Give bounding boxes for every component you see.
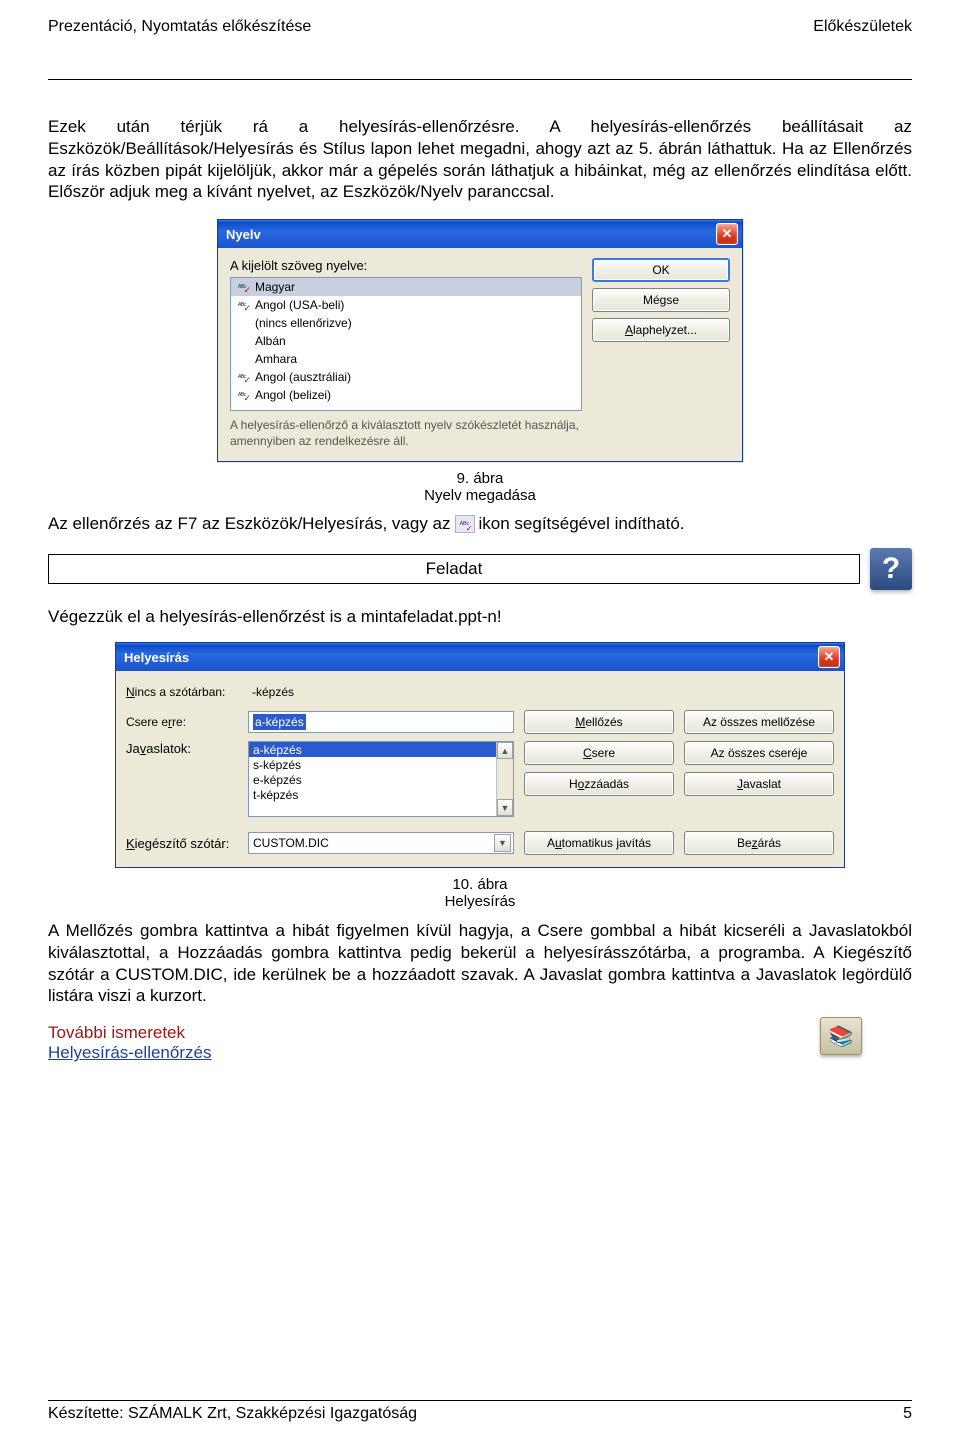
header-right: Előkészületek — [813, 18, 912, 36]
list-item[interactable]: s-képzés — [249, 757, 496, 772]
close-icon: ✕ — [722, 226, 733, 242]
customdict-combo[interactable]: CUSTOM.DIC ▼ — [248, 832, 514, 854]
ignore-button[interactable]: Mellőzés — [524, 710, 674, 734]
label-notindict: Nincs a szótárban: — [126, 685, 238, 699]
ignoreall-button[interactable]: Az összes mellőzése — [684, 710, 834, 734]
spellcheck-icon — [234, 370, 250, 384]
footer-left: Készítette: SZÁMALK Zrt, Szakképzési Iga… — [48, 1405, 417, 1423]
question-icon: ? — [870, 548, 912, 590]
language-listbox[interactable]: Magyar Angol (USA-beli) (nincs ellenőriz… — [230, 277, 582, 411]
list-item[interactable]: Angol (USA-beli) — [231, 296, 581, 314]
list-item[interactable]: Albán — [231, 332, 581, 350]
references: További ismeretek Helyesírás-ellenőrzés — [48, 1023, 211, 1063]
item-text: (nincs ellenőrizve) — [255, 316, 352, 330]
chevron-down-icon[interactable]: ▼ — [494, 834, 511, 852]
add-button[interactable]: Hozzáadás — [524, 772, 674, 796]
list-item[interactable]: (nincs ellenőrizve) — [231, 314, 581, 332]
close-button[interactable]: ✕ — [716, 223, 738, 245]
change-button[interactable]: Csere — [524, 741, 674, 765]
item-text: Angol (belizei) — [255, 388, 331, 402]
suggestions-listbox[interactable]: a-képzés s-képzés e-képzés t-képzés ▲ ▼ — [248, 741, 514, 817]
close-button[interactable]: Bezárás — [684, 831, 834, 855]
changeto-input[interactable]: a-képzés — [248, 711, 514, 733]
scroll-down-icon[interactable]: ▼ — [497, 799, 513, 816]
suggest-button[interactable]: Javaslat — [684, 772, 834, 796]
scrollbar[interactable]: ▲ ▼ — [496, 742, 513, 816]
autocorrect-button[interactable]: Automatikus javítás — [524, 831, 674, 855]
spellcheck-link[interactable]: Helyesírás-ellenőrzés — [48, 1043, 211, 1063]
list-item[interactable]: a-képzés — [249, 742, 496, 757]
dialog-language: Nyelv ✕ A kijelölt szöveg nyelve: Magyar… — [217, 219, 743, 462]
hint-text: A helyesírás-ellenőrző a kiválasztott ny… — [230, 417, 582, 449]
feladat-label: Feladat — [426, 559, 483, 579]
dialog-title: Helyesírás — [124, 650, 189, 665]
figure-caption-9: 9. ábra Nyelv megadása — [48, 470, 912, 504]
close-button[interactable]: ✕ — [818, 646, 840, 668]
cancel-button[interactable]: Mégse — [592, 288, 730, 312]
dialog-title: Nyelv — [226, 227, 261, 242]
notindict-value: -képzés — [248, 681, 514, 703]
list-item[interactable]: e-képzés — [249, 772, 496, 787]
ok-button[interactable]: OK — [592, 258, 730, 282]
default-button[interactable]: Alaphelyzet... — [592, 318, 730, 342]
spellcheck-icon — [234, 280, 250, 294]
spellcheck-icon — [234, 298, 250, 312]
dialog-spelling: Helyesírás ✕ Nincs a szótárban: -képzés … — [115, 642, 845, 868]
list-item[interactable]: Angol (ausztráliai) — [231, 368, 581, 386]
titlebar[interactable]: Helyesírás ✕ — [116, 643, 844, 671]
language-label: A kijelölt szöveg nyelve: — [230, 258, 582, 273]
spellcheck-toolbar-icon — [455, 515, 475, 533]
changeall-button[interactable]: Az összes cseréje — [684, 741, 834, 765]
paragraph-1: Ezek után térjük rá a helyesírás-ellenőr… — [48, 116, 912, 203]
list-item[interactable]: Angol (belizei) — [231, 386, 581, 404]
header-left: Prezentáció, Nyomtatás előkészítése — [48, 18, 311, 36]
close-icon: ✕ — [824, 649, 835, 665]
item-text: Amhara — [255, 352, 297, 366]
figure-caption-10: 10. ábra Helyesírás — [48, 876, 912, 910]
list-item[interactable]: t-képzés — [249, 787, 496, 802]
page-number: 5 — [903, 1405, 912, 1423]
books-icon: 📚 — [820, 1017, 862, 1055]
item-text: Angol (ausztráliai) — [255, 370, 351, 384]
page-header: Prezentáció, Nyomtatás előkészítése Elők… — [48, 18, 912, 36]
label-changeto: Csere erre: — [126, 715, 238, 729]
more-info-label: További ismeretek — [48, 1023, 211, 1043]
page-footer: Készítette: SZÁMALK Zrt, Szakképzési Iga… — [48, 1400, 912, 1423]
scroll-up-icon[interactable]: ▲ — [497, 742, 513, 759]
label-suggestions: Javaslatok: — [126, 741, 238, 756]
item-text: Albán — [255, 334, 286, 348]
label-customdict: Kiegészítő szótár: — [126, 836, 238, 851]
header-rule — [48, 76, 912, 80]
titlebar[interactable]: Nyelv ✕ — [218, 220, 742, 248]
feladat-box: Feladat — [48, 554, 860, 584]
spellcheck-icon — [234, 388, 250, 402]
paragraph-2: Az ellenőrzés az F7 az Eszközök/Helyesír… — [48, 514, 912, 534]
paragraph-4: A Mellőzés gombra kattintva a hibát figy… — [48, 920, 912, 1007]
list-item[interactable]: Amhara — [231, 350, 581, 368]
item-text: Angol (USA-beli) — [255, 298, 344, 312]
list-item[interactable]: Magyar — [231, 278, 581, 296]
item-text: Magyar — [255, 280, 295, 294]
paragraph-3: Végezzük el a helyesírás-ellenőrzést is … — [48, 606, 912, 628]
